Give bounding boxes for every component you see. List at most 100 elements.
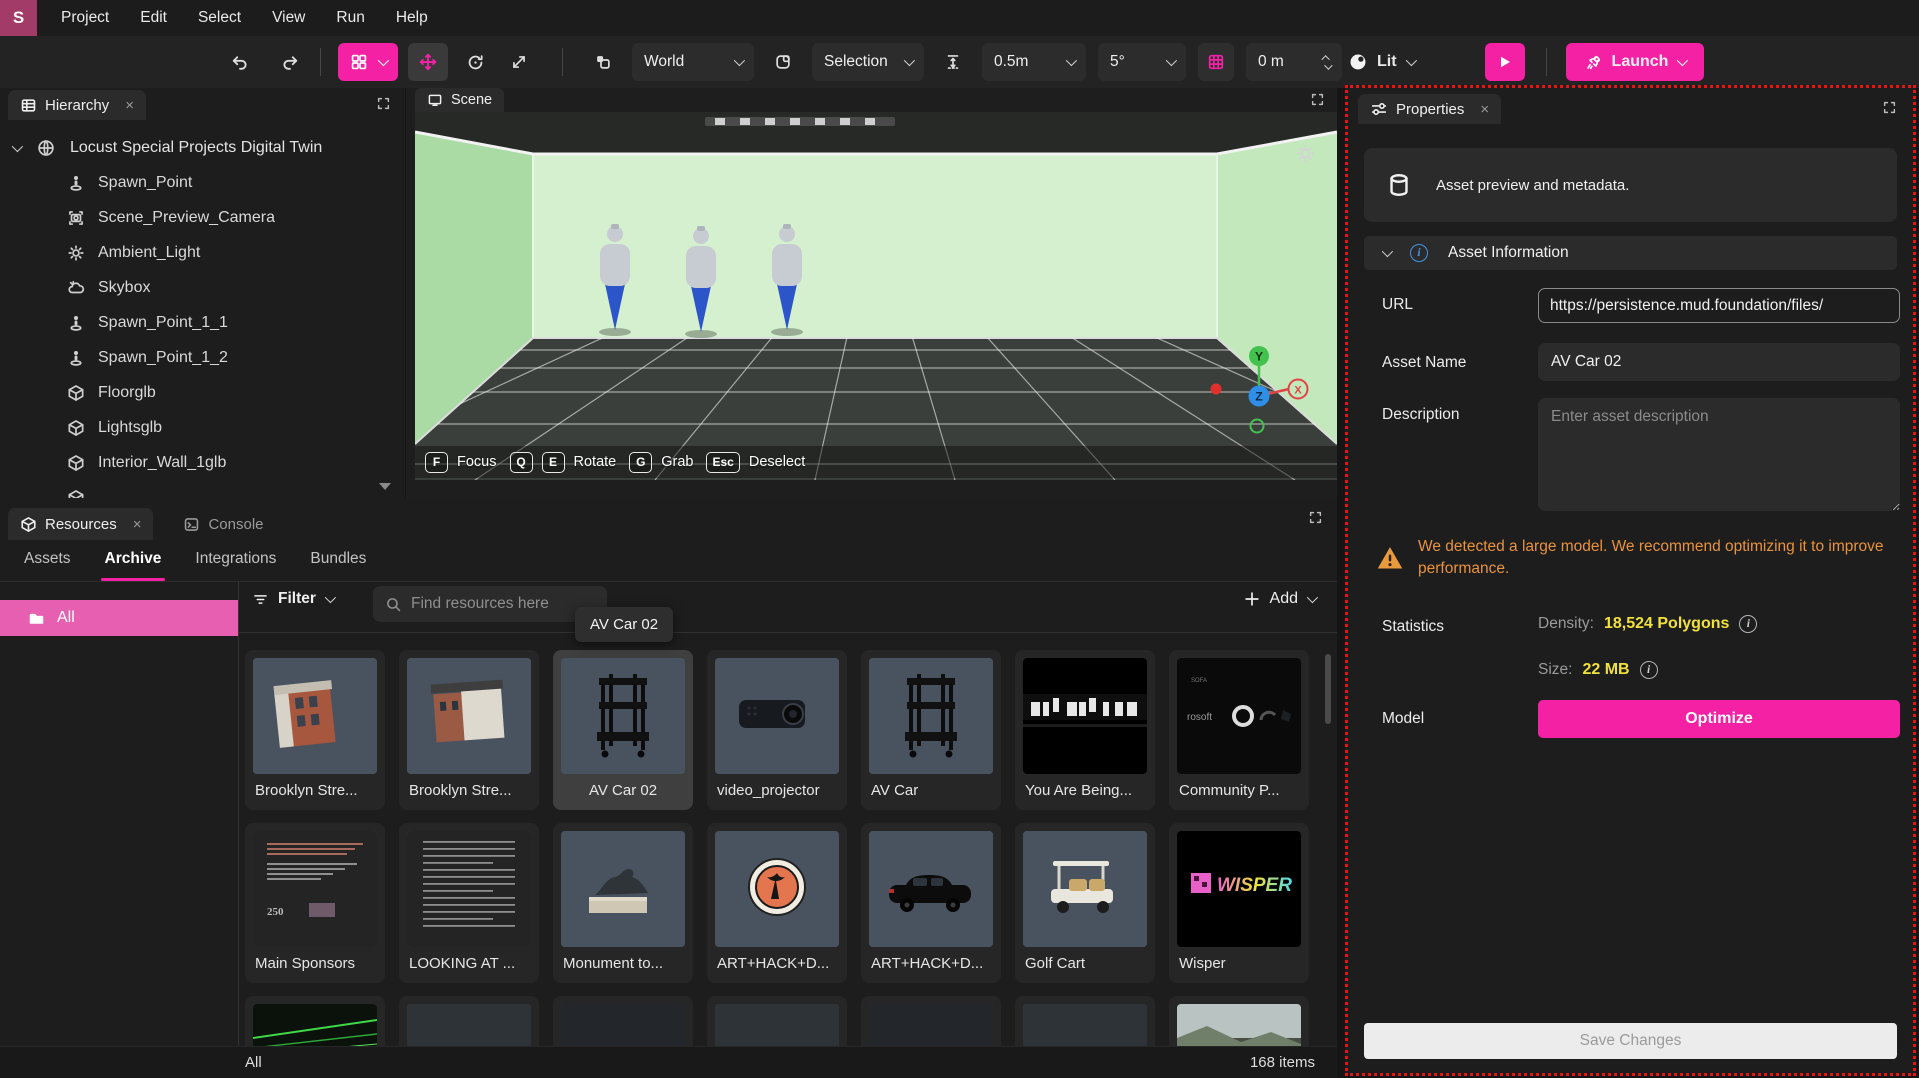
asset-information-section-header[interactable]: i Asset Information: [1364, 236, 1897, 270]
asset-tile-10[interactable]: ART+HACK+D...: [707, 823, 847, 983]
tree-item-skybox[interactable]: Skybox: [0, 270, 405, 305]
asset-tile-9[interactable]: Monument to...: [553, 823, 693, 983]
asset-tile-partial-6[interactable]: [1169, 996, 1309, 1046]
status-item-count: 168 items: [1250, 1054, 1315, 1071]
info-icon[interactable]: i: [1739, 615, 1757, 633]
rotate-snap-select[interactable]: 5°: [1098, 43, 1186, 81]
info-icon[interactable]: i: [1640, 661, 1658, 679]
vertical-align-icon[interactable]: [936, 45, 970, 79]
asset-tile-partial-1[interactable]: [399, 996, 539, 1046]
asset-tile-6[interactable]: SOFArosoftCommunity P...: [1169, 650, 1309, 810]
resource-search-box[interactable]: [373, 586, 607, 622]
asset-tile-partial-5[interactable]: [1015, 996, 1155, 1046]
url-input[interactable]: [1538, 288, 1900, 323]
expand-panel-icon[interactable]: [1882, 100, 1897, 115]
subtab-archive[interactable]: Archive: [105, 550, 162, 581]
app-logo[interactable]: S: [0, 0, 37, 36]
redo-button[interactable]: [274, 45, 308, 79]
tree-item-scene_preview_camera[interactable]: Scene_Preview_Camera: [0, 200, 405, 235]
layout-grid-tool-button[interactable]: [338, 43, 398, 81]
menu-item-run[interactable]: Run: [336, 9, 364, 27]
menu-item-view[interactable]: View: [272, 9, 305, 27]
close-icon[interactable]: ×: [125, 98, 134, 113]
move-snap-select[interactable]: 0.5m: [982, 43, 1086, 81]
stepper-arrows-icon[interactable]: [1324, 55, 1330, 70]
tree-item-spawn_point_1_1[interactable]: Spawn_Point_1_1: [0, 305, 405, 340]
asset-tile-8[interactable]: LOOKING AT ...: [399, 823, 539, 983]
asset-tile-5[interactable]: You Are Being...: [1015, 650, 1155, 810]
asset-tile-partial-3[interactable]: [707, 996, 847, 1046]
asset-tile-7[interactable]: 250Main Sponsors: [245, 823, 385, 983]
scale-tool-button[interactable]: [502, 45, 536, 79]
tab-console[interactable]: Console: [171, 508, 275, 540]
asset-thumbnail-doc-text: [407, 831, 531, 947]
asset-tile-13[interactable]: WISPERWisper: [1169, 823, 1309, 983]
viewport-settings-gear-icon[interactable]: [1296, 144, 1315, 163]
filter-button[interactable]: Filter: [252, 590, 333, 608]
frame-selection-icon[interactable]: [766, 45, 800, 79]
tree-item-lightsglb[interactable]: Lightsglb: [0, 410, 405, 445]
tab-scene[interactable]: Scene: [415, 88, 504, 112]
asset-tile-partial-4[interactable]: [861, 996, 1001, 1046]
tree-item-interior_wall_1glb[interactable]: Interior_Wall_1glb: [0, 445, 405, 480]
undo-button[interactable]: [222, 45, 256, 79]
tree-item-spawn_point[interactable]: Spawn_Point: [0, 165, 405, 200]
tab-properties[interactable]: Properties ×: [1358, 94, 1501, 124]
model-cube-icon: [66, 384, 86, 402]
scene-3d-canvas[interactable]: Y Z X FFocusQERotateGGrabEscDeselect: [415, 112, 1337, 480]
asset-thumbnail-dark-a: [715, 1004, 839, 1046]
duplicate-icon[interactable]: [586, 45, 620, 79]
asset-tile-partial-2[interactable]: [553, 996, 693, 1046]
scroll-down-arrow[interactable]: [379, 483, 391, 490]
tree-root-node[interactable]: Locust Special Projects Digital Twin: [0, 130, 405, 165]
axis-gizmo[interactable]: Y Z X: [1199, 334, 1319, 444]
asset-tile-1[interactable]: Brooklyn Stre...: [399, 650, 539, 810]
description-textarea[interactable]: [1538, 398, 1900, 511]
tab-hierarchy[interactable]: Hierarchy ×: [8, 90, 146, 120]
subtab-bundles[interactable]: Bundles: [310, 550, 366, 581]
transform-space-select[interactable]: World: [632, 43, 754, 81]
menu-item-select[interactable]: Select: [198, 9, 241, 27]
subtab-integrations[interactable]: Integrations: [195, 550, 276, 581]
expand-panel-icon[interactable]: [376, 96, 391, 111]
asset-tile-11[interactable]: ART+HACK+D...: [861, 823, 1001, 983]
tree-item-ambient_light[interactable]: Ambient_Light: [0, 235, 405, 270]
close-icon[interactable]: ×: [1480, 102, 1489, 117]
asset-tile-4[interactable]: AV Car: [861, 650, 1001, 810]
asset-tile-12[interactable]: Golf Cart: [1015, 823, 1155, 983]
grid-scrollbar[interactable]: [1325, 654, 1331, 724]
optimize-button[interactable]: Optimize: [1538, 700, 1900, 738]
menu-item-edit[interactable]: Edit: [140, 9, 167, 27]
pivot-mode-select[interactable]: Selection: [812, 43, 924, 81]
menu-item-project[interactable]: Project: [61, 9, 109, 27]
asset-name-input[interactable]: AV Car 02: [1538, 343, 1900, 381]
grid-toggle-button[interactable]: [1198, 43, 1234, 81]
asset-tile-label: AV Car 02: [561, 774, 685, 808]
shading-mode-value[interactable]: Lit: [1377, 53, 1397, 71]
chevron-down-icon[interactable]: [12, 140, 23, 151]
expand-panel-icon[interactable]: [1310, 92, 1325, 107]
panel-divider: [238, 632, 1337, 633]
expand-panel-icon[interactable]: [1308, 510, 1323, 525]
save-changes-button[interactable]: Save Changes: [1364, 1023, 1897, 1059]
search-input[interactable]: [411, 595, 581, 613]
tree-item-spawn_point_1_2[interactable]: Spawn_Point_1_2: [0, 340, 405, 375]
tree-item-floorglb[interactable]: Floorglb: [0, 375, 405, 410]
play-button[interactable]: [1485, 43, 1525, 81]
move-tool-button[interactable]: [408, 43, 448, 81]
add-resource-button[interactable]: Add: [1243, 590, 1315, 608]
tab-resources[interactable]: Resources ×: [8, 508, 153, 540]
folder-item-all[interactable]: All: [0, 600, 238, 636]
chevron-down-icon: [325, 592, 336, 603]
close-icon[interactable]: ×: [133, 517, 142, 532]
rotate-tool-button[interactable]: [458, 45, 492, 79]
asset-tile-3[interactable]: video_projector: [707, 650, 847, 810]
asset-tile-2[interactable]: AV Car 02: [553, 650, 693, 810]
asset-tile-0[interactable]: Brooklyn Stre...: [245, 650, 385, 810]
subtab-assets[interactable]: Assets: [24, 550, 71, 581]
asset-tile-partial-0[interactable]: [245, 996, 385, 1046]
grid-height-stepper[interactable]: 0 m: [1246, 43, 1342, 81]
launch-button[interactable]: Launch: [1566, 43, 1704, 81]
menu-item-help[interactable]: Help: [396, 9, 428, 27]
resources-panel: Resources × Console Assets Archive Integra…: [0, 498, 1337, 1078]
